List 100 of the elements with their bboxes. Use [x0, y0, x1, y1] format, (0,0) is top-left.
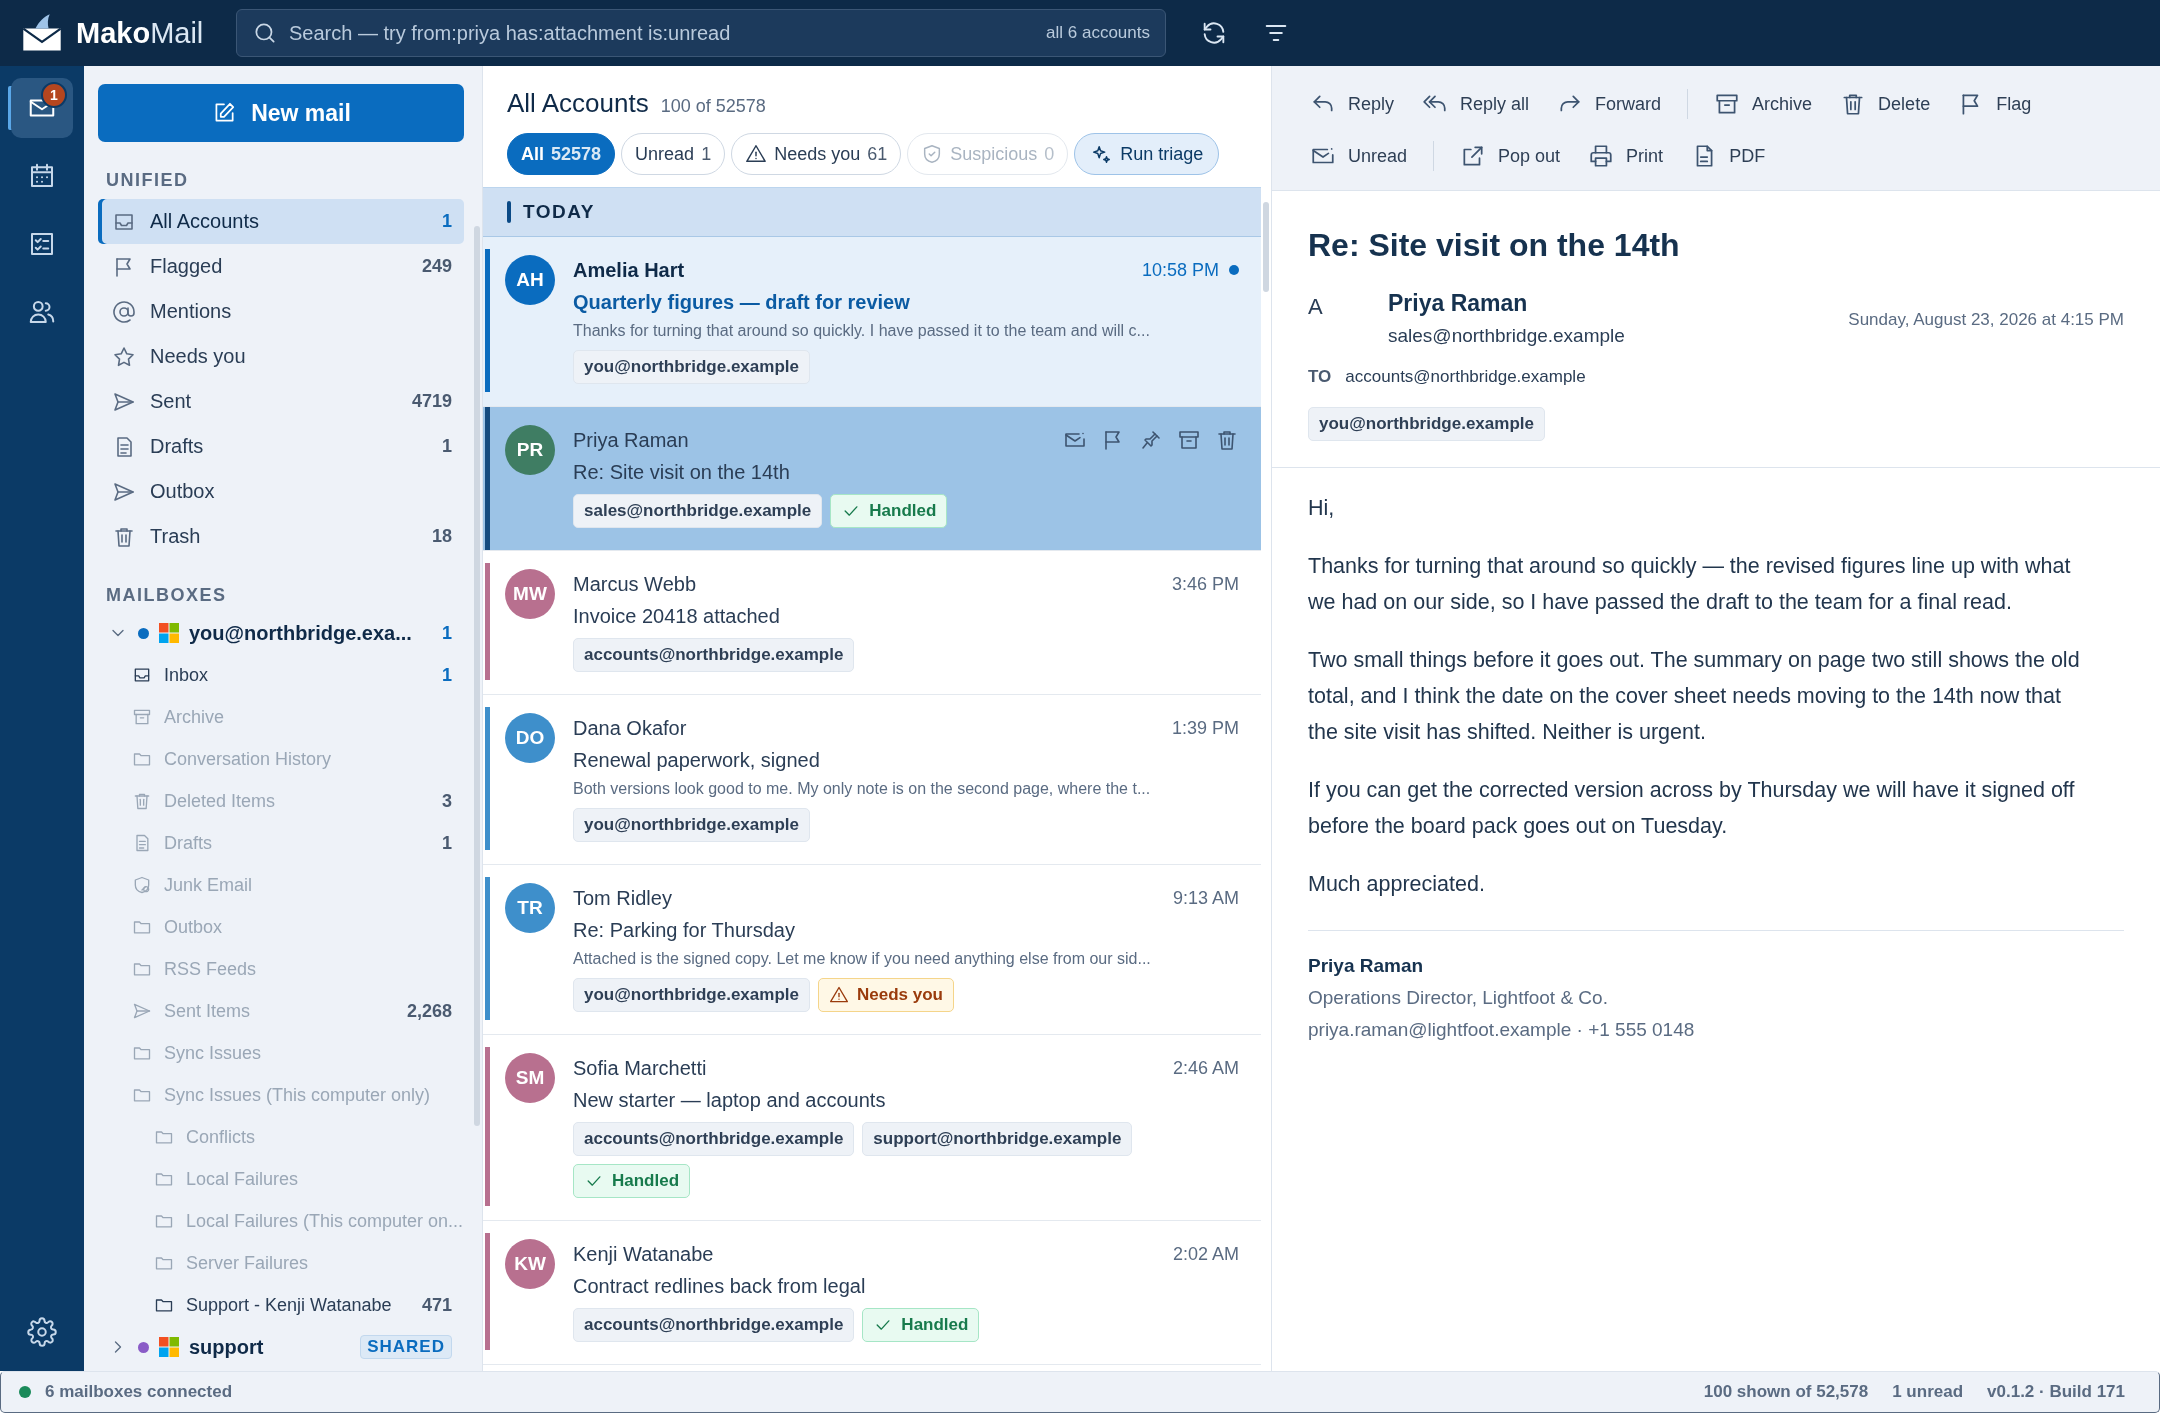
sidebar-item[interactable]: Flagged 249 — [98, 244, 464, 289]
paper-plane-icon — [132, 1001, 152, 1021]
toolbar-button[interactable]: Print — [1576, 137, 1676, 175]
avatar: DO — [505, 713, 555, 763]
toolbar-button[interactable]: Delete — [1828, 85, 1943, 123]
sidebar-item[interactable]: Needs you — [98, 334, 464, 379]
sender-name: Priya Raman — [1388, 290, 1529, 317]
message-count: 100 of 52578 — [660, 96, 766, 117]
settings-icon[interactable] — [27, 1317, 57, 1347]
warning-icon — [745, 143, 768, 165]
avatar: KW — [505, 1239, 555, 1289]
toolbar-button[interactable]: Forward — [1545, 85, 1674, 123]
avatar: TR — [505, 883, 555, 933]
message-row[interactable]: MW Marcus Webb 3:46 PM Invoice 20418 attached accounts@northbridge.example — [483, 551, 1261, 695]
message-subject: Contract redlines back from legal — [573, 1275, 867, 1298]
sidebar-item[interactable]: All Accounts 1 — [98, 199, 464, 244]
sender-name: Sofia Marchetti — [573, 1056, 708, 1080]
shown-count: 100 shown of 52,578 — [1703, 1382, 1869, 1402]
message-time: 3:46 PM — [1171, 573, 1239, 595]
message-subject: Re: Parking for Thursday — [573, 919, 796, 942]
sidebar-item[interactable]: Drafts 1 — [98, 424, 464, 469]
message-row[interactable]: TR Tom Ridley 9:13 AM Re: Parking for Thursday Attached is the signed copy. Let me know if you need anything else from our sid... you@northbridge.example Needs you — [483, 865, 1261, 1035]
toolbar-button[interactable]: Flag — [1946, 85, 2044, 123]
folder-item[interactable]: Deleted Items 3 — [98, 780, 464, 822]
message-subject: Invoice 20418 attached — [573, 605, 781, 628]
account-tag: accounts@northbridge.example — [573, 638, 855, 672]
shared-badge: SHARED — [360, 1335, 452, 1359]
new-mail-button[interactable]: New mail — [98, 84, 464, 142]
account-tag: accounts@northbridge.example — [573, 1122, 855, 1156]
message-row[interactable]: KW Kenji Watanabe 2:02 AM Contract redlines back from legal accounts@northbridge.example Handled — [483, 1221, 1261, 1365]
body-paragraph: If you can get the corrected version across by Thursday we will have it signed off before the board pack goes out on Tuesday. — [1308, 777, 2076, 840]
avatar-letter: A — [1308, 293, 1324, 320]
message-date: Sunday, August 23, 2026 at 4:15 PM — [1848, 310, 2124, 330]
message-time: 1:39 PM — [1171, 717, 1239, 739]
toolbar-button[interactable]: Unread — [1298, 137, 1420, 175]
sidebar-item[interactable]: Sent 4719 — [98, 379, 464, 424]
folder-item[interactable]: Support - Kenji Watanabe 471 — [98, 1284, 464, 1326]
message-row[interactable]: SM Sofia Marchetti 2:46 AM New starter — laptop and accounts accounts@northbridge.example support@northbridge.example Handled — [483, 1035, 1261, 1221]
message-row[interactable]: PR Priya Raman Re: Site visit on the 14th sales@northbridge.example Handled — [483, 407, 1261, 551]
account-tag: you@northbridge.example — [573, 350, 810, 384]
item-count: 1 — [442, 664, 452, 686]
filter-chip[interactable]: Needs you 61 — [731, 133, 902, 175]
account-row[interactable]: support SHARED — [98, 1326, 464, 1368]
folder-item[interactable]: Inbox 1 — [98, 654, 464, 696]
printer-icon — [1588, 143, 1615, 169]
message-time: 9:13 AM — [1172, 887, 1239, 909]
section-heading: MAILBOXES — [106, 585, 228, 606]
item-count: 1 — [442, 832, 452, 854]
logo-icon — [20, 13, 64, 53]
pin-icon[interactable] — [1139, 428, 1163, 452]
warning-icon — [828, 985, 849, 1005]
body-paragraph: Thanks for turning that around so quickly — the revised figures line up with what we had on our side, so I have passed the draft to the team for a final read. — [1308, 553, 2072, 616]
message-row[interactable]: AH Amelia Hart 10:58 PM Quarterly figures — draft for review Thanks for turning that around so quickly. I have passed it to the team and will c... you@northbridge.example — [483, 237, 1261, 407]
item-count: 2,268 — [406, 1000, 452, 1022]
handled-tag: Handled — [573, 1164, 691, 1198]
toolbar-button[interactable]: Pop out — [1448, 137, 1573, 175]
section-heading: UNIFIED — [106, 170, 190, 191]
item-count: 249 — [421, 256, 452, 277]
body-paragraph: Two small things before it goes out. The summary on page two still shows the old total, and I think the date on the cover sheet needs moving to the 14th now that the site visit has shifted. Neither is urgent. — [1308, 647, 2081, 746]
rail-mail-button[interactable]: 1 — [11, 78, 73, 138]
account-tag: sales@northbridge.example — [573, 494, 823, 528]
item-count: 1 — [442, 436, 452, 457]
toolbar-button[interactable]: Archive — [1702, 85, 1825, 123]
toolbar-button[interactable]: PDF — [1679, 137, 1778, 175]
item-count: 471 — [421, 1294, 452, 1316]
app-name: MakoMail — [76, 16, 204, 50]
filter-chip[interactable]: Unread 1 — [621, 133, 726, 175]
message-time: 2:02 AM — [1172, 1243, 1239, 1265]
account-tag: you@northbridge.example — [573, 978, 810, 1012]
connection-status: 6 mailboxes connected — [45, 1382, 233, 1402]
sender-name: Priya Raman — [573, 428, 690, 452]
filter-chip[interactable]: All 52578 — [507, 133, 616, 175]
message-row[interactable]: DO Dana Okafor 1:39 PM Renewal paperwork, signed Both versions look good to me. My only note is on the second page, where the t... you@northbridge.example — [483, 695, 1261, 865]
at-sign-icon — [112, 299, 136, 324]
sender-name: Marcus Webb — [573, 572, 697, 596]
toolbar-button[interactable]: Reply — [1298, 85, 1407, 123]
folder-item[interactable]: Sent Items 2,268 — [98, 990, 464, 1032]
body-paragraph: Much appreciated. — [1308, 871, 1486, 898]
item-count: 3 — [442, 790, 452, 812]
item-count: 1 — [442, 211, 452, 232]
run-triage-button[interactable]: Run triage — [1074, 133, 1220, 175]
group-header: TODAY — [483, 188, 1261, 237]
sender-name: Amelia Hart — [573, 258, 686, 282]
account-tag: accounts@northbridge.example — [573, 1308, 855, 1342]
account-tag: you@northbridge.example — [1308, 407, 1545, 441]
needs-you-tag: Needs you — [817, 978, 954, 1012]
folder-item[interactable]: Drafts 1 — [98, 822, 464, 864]
item-count: 18 — [431, 526, 452, 547]
message-subject: New starter — laptop and accounts — [573, 1089, 887, 1112]
account-row[interactable]: you@northbridge.exa... 1 — [98, 612, 464, 654]
avatar: AH — [505, 255, 555, 305]
sidebar-item[interactable]: Trash 18 — [98, 514, 464, 559]
sidebar-item[interactable]: Mentions — [98, 289, 464, 334]
item-count: 4719 — [411, 391, 452, 412]
sender-email: sales@northbridge.example — [1388, 325, 1626, 347]
trash-icon[interactable] — [1215, 428, 1239, 452]
archive-box-icon[interactable] — [1177, 428, 1201, 452]
toolbar-button[interactable]: Reply all — [1410, 85, 1542, 123]
sidebar-item[interactable]: Outbox — [98, 469, 464, 514]
recipient-address: accounts@northbridge.example — [1345, 367, 1586, 387]
